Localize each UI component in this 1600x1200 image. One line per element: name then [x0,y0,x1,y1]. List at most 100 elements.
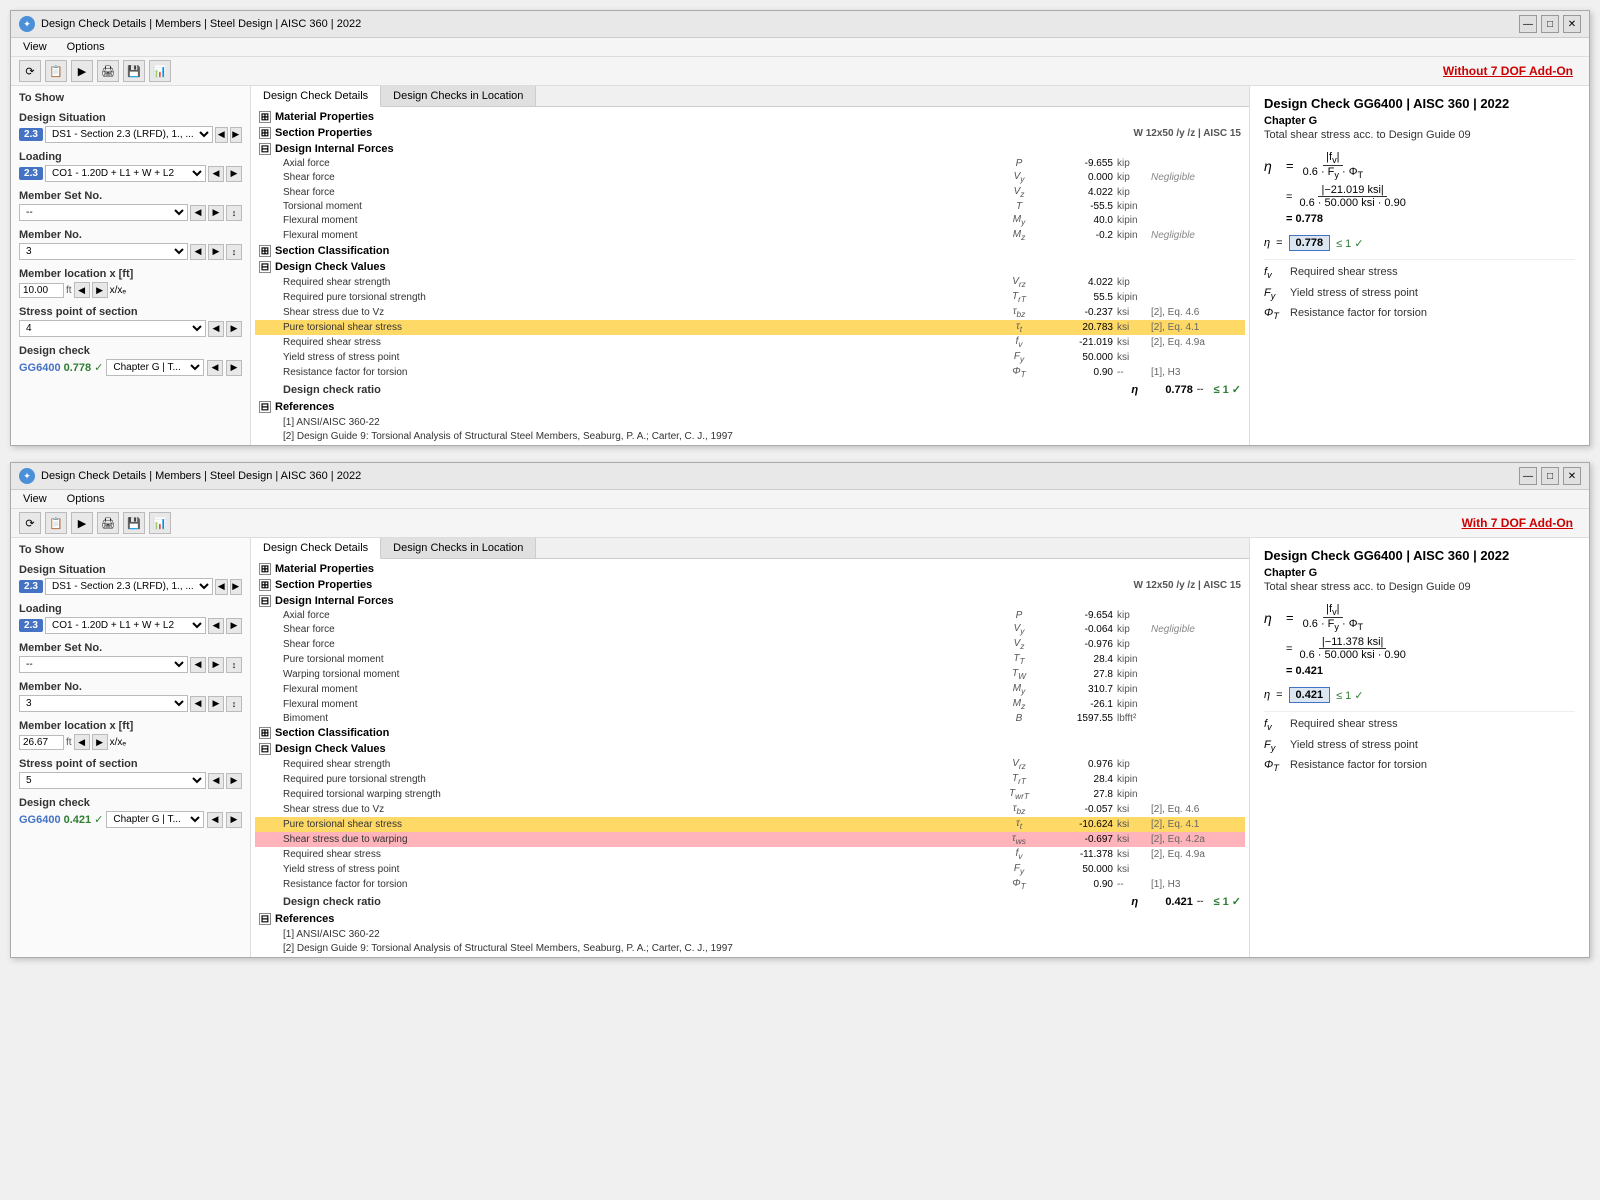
dcv-header-2[interactable]: ⊟ Design Check Values [255,741,1245,757]
dcv-expand-2[interactable]: ⊟ [259,743,271,755]
ref-header-2[interactable]: ⊟ References [255,911,1245,927]
mloc-prev-2[interactable]: ◀ [74,734,90,750]
ref-expand-2[interactable]: ⊟ [259,913,271,925]
sec-class-header-2[interactable]: ⊞ Section Classification [255,725,1245,741]
tb2-btn-c[interactable]: ▶ [71,512,93,534]
ds-next-2[interactable]: ▶ [230,579,243,595]
sp-prev-1[interactable]: ◀ [208,321,224,337]
mat-props-header-2[interactable]: ⊞ Material Properties [255,561,1245,577]
sp-next-2[interactable]: ▶ [226,773,242,789]
mat-props-header-1[interactable]: ⊞ Material Properties [255,109,1245,125]
dc-chapter-select-2[interactable]: Chapter G | T... [106,811,204,828]
sp-select-2[interactable]: 5 [19,772,206,789]
tb-btn-1a[interactable]: ⟳ [19,60,41,82]
ds-prev-1[interactable]: ◀ [215,127,228,143]
mn-extra-2[interactable]: ↕ [226,696,242,712]
sp-select-1[interactable]: 4 [19,320,206,337]
load-select-1[interactable]: CO1 - 1.20D + L1 + W + L2 [45,165,206,182]
load-prev-1[interactable]: ◀ [208,166,224,182]
minimize-btn-1[interactable]: — [1519,15,1537,33]
sec-props-header-1[interactable]: ⊞ Section Properties W 12x50 /y /z | AIS… [255,125,1245,141]
tb-btn-1d[interactable]: 🖨 [97,60,119,82]
dcv-expand-1[interactable]: ⊟ [259,261,271,273]
sec-class-header-1[interactable]: ⊞ Section Classification [255,243,1245,259]
menu-view-2[interactable]: View [19,492,51,506]
ref-header-1[interactable]: ⊟ References [255,399,1245,415]
minimize-btn-2[interactable]: — [1519,467,1537,485]
menu-view-1[interactable]: View [19,40,51,54]
forces-header-2[interactable]: ⊟ Design Internal Forces [255,593,1245,609]
tb-btn-1c[interactable]: ▶ [71,60,93,82]
sec-expand-2[interactable]: ⊞ [259,579,271,591]
tb-btn-1f[interactable]: 📊 [149,60,171,82]
dcv2-row-1: Required pure torsional strength TrT 28.… [255,772,1245,787]
mloc-next-2[interactable]: ▶ [92,734,108,750]
addon-label-1[interactable]: Without 7 DOF Add-On [1443,64,1581,78]
forces-expand-2[interactable]: ⊟ [259,595,271,607]
sec-class-expand-1[interactable]: ⊞ [259,245,271,257]
memberset-select-2[interactable]: -- [19,656,188,673]
dc-prev-1[interactable]: ◀ [207,360,223,376]
mloc-next-1[interactable]: ▶ [92,282,108,298]
dcv-row-1-1: Required pure torsional strength TrT 55.… [255,290,1245,305]
tb2-btn-a[interactable]: ⟳ [19,512,41,534]
sec-class-expand-2[interactable]: ⊞ [259,727,271,739]
forces-expand-1[interactable]: ⊟ [259,143,271,155]
memberno-select-2[interactable]: 3 [19,695,188,712]
load-prev-2[interactable]: ◀ [208,618,224,634]
close-btn-2[interactable]: ✕ [1563,467,1581,485]
ds-next-1[interactable]: ▶ [230,127,243,143]
sec-props-header-2[interactable]: ⊞ Section Properties W 12x50 /y /z | AIS… [255,577,1245,593]
ds-prev-2[interactable]: ◀ [215,579,228,595]
mn-prev-1[interactable]: ◀ [190,244,206,260]
ms-prev-2[interactable]: ◀ [190,657,206,673]
maximize-btn-1[interactable]: □ [1541,15,1559,33]
ms-prev-1[interactable]: ◀ [190,205,206,221]
ds-select-2[interactable]: DS1 - Section 2.3 (LRFD), 1., ... [45,578,213,595]
maximize-btn-2[interactable]: □ [1541,467,1559,485]
tab-details-1[interactable]: Design Check Details [251,86,381,107]
tb2-btn-d[interactable]: 🖨 [97,512,119,534]
tb2-btn-e[interactable]: 💾 [123,512,145,534]
dc-prev-2[interactable]: ◀ [207,812,223,828]
addon-label-2[interactable]: With 7 DOF Add-On [1462,516,1581,530]
tb-btn-1e[interactable]: 💾 [123,60,145,82]
ms-extra-2[interactable]: ↕ [226,657,242,673]
force-row-1-0: Axial force P -9.655 kip [255,157,1245,170]
tab-location-2[interactable]: Design Checks in Location [381,538,536,558]
mat-expand-2[interactable]: ⊞ [259,563,271,575]
tb2-btn-f[interactable]: 📊 [149,512,171,534]
ms-next-1[interactable]: ▶ [208,205,224,221]
dc-next-2[interactable]: ▶ [226,812,242,828]
menu-options-1[interactable]: Options [63,40,109,54]
dc-next-1[interactable]: ▶ [226,360,242,376]
tb2-btn-b[interactable]: 📋 [45,512,67,534]
memberno-select-1[interactable]: 3 [19,243,188,260]
mat-expand-1[interactable]: ⊞ [259,111,271,123]
sp-prev-2[interactable]: ◀ [208,773,224,789]
sp-next-1[interactable]: ▶ [226,321,242,337]
mn-next-2[interactable]: ▶ [208,696,224,712]
close-btn-1[interactable]: ✕ [1563,15,1581,33]
tab-location-1[interactable]: Design Checks in Location [381,86,536,106]
load-next-1[interactable]: ▶ [226,166,242,182]
ds-select-1[interactable]: DS1 - Section 2.3 (LRFD), 1., ... [45,126,213,143]
tb-btn-1b[interactable]: 📋 [45,60,67,82]
ms-next-2[interactable]: ▶ [208,657,224,673]
ref-expand-1[interactable]: ⊟ [259,401,271,413]
mn-extra-1[interactable]: ↕ [226,244,242,260]
menu-options-2[interactable]: Options [63,492,109,506]
mn-next-1[interactable]: ▶ [208,244,224,260]
dcv-header-1[interactable]: ⊟ Design Check Values [255,259,1245,275]
forces-header-1[interactable]: ⊟ Design Internal Forces [255,141,1245,157]
sec-expand-1[interactable]: ⊞ [259,127,271,139]
ms-extra-1[interactable]: ↕ [226,205,242,221]
mloc-prev-1[interactable]: ◀ [74,282,90,298]
mloc-value-1: 10.00 [19,283,64,298]
load-select-2[interactable]: CO1 - 1.20D + L1 + W + L2 [45,617,206,634]
tab-details-2[interactable]: Design Check Details [251,538,381,559]
mn-prev-2[interactable]: ◀ [190,696,206,712]
dc-chapter-select-1[interactable]: Chapter G | T... [106,359,204,376]
memberset-select-1[interactable]: -- [19,204,188,221]
load-next-2[interactable]: ▶ [226,618,242,634]
